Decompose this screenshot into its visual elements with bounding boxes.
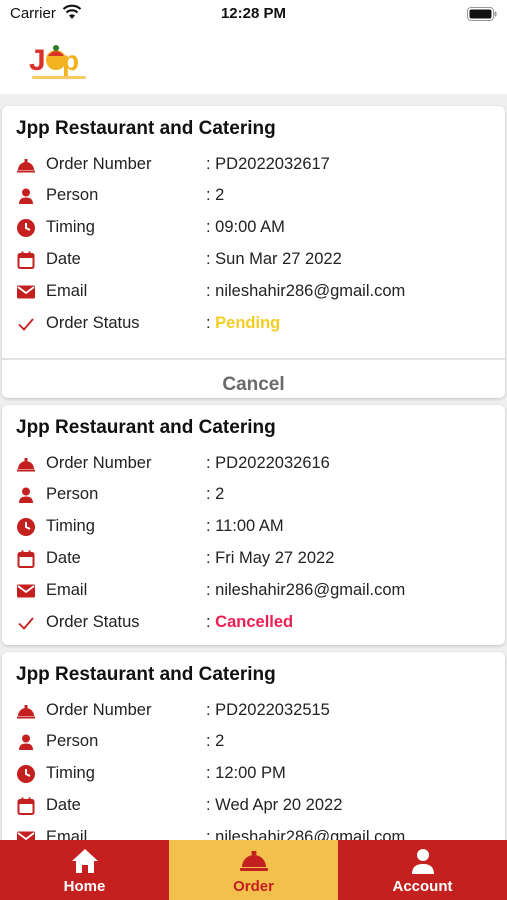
date-value: : Wed Apr 20 2022: [206, 796, 343, 814]
date-label: Date: [46, 250, 81, 268]
email-row: Email : nileshahir286@gmail.com: [2, 824, 505, 840]
order-number-label: Order Number: [46, 701, 152, 719]
tab-account-label: Account: [392, 878, 453, 895]
home-icon: [72, 849, 98, 873]
order-status-value: : Pending: [206, 314, 281, 332]
tab-order[interactable]: Order: [169, 840, 338, 900]
email-value: : nileshahir286@gmail.com: [206, 828, 406, 840]
order-card: Jpp Restaurant and Catering Order Number…: [2, 652, 505, 840]
order-status-label: Order Status: [46, 613, 140, 631]
mail-icon: [17, 584, 35, 598]
checkmark-icon: [18, 617, 34, 630]
mail-icon: [17, 285, 35, 299]
person-value: : 2: [206, 186, 225, 204]
bottom-tab-bar: Home Order Account: [0, 840, 507, 900]
timing-row: Timing : 12:00 PM: [2, 760, 505, 788]
jpp-logo: J p: [29, 44, 86, 79]
email-row: Email : nileshahir286@gmail.com: [2, 278, 505, 306]
person-icon: [19, 487, 33, 503]
checkmark-icon: [18, 318, 34, 331]
person-row: Person : 2: [2, 481, 505, 509]
person-icon: [19, 188, 33, 204]
date-label: Date: [46, 796, 81, 814]
email-value: : nileshahir286@gmail.com: [206, 581, 406, 599]
tab-home[interactable]: Home: [0, 840, 169, 900]
account-icon: [412, 849, 434, 874]
service-bell-icon: [240, 851, 268, 871]
timing-value: : 12:00 PM: [206, 764, 286, 782]
person-icon: [19, 734, 33, 750]
email-label: Email: [46, 828, 88, 840]
order-number-label: Order Number: [46, 155, 152, 173]
order-number-value: : PD2022032616: [206, 454, 330, 472]
order-number-row: Order Number : PD2022032616: [2, 450, 505, 478]
timing-value: : 11:00 AM: [206, 517, 284, 535]
cancel-section: Cancel: [2, 358, 505, 410]
person-label: Person: [46, 485, 99, 503]
timing-row: Timing : 09:00 AM: [2, 214, 505, 242]
restaurant-name: Jpp Restaurant and Catering: [16, 664, 276, 685]
service-bell-icon: [17, 159, 35, 173]
person-label: Person: [46, 732, 99, 750]
calendar-icon: [17, 251, 35, 269]
clock-icon: [17, 219, 35, 237]
person-row: Person : 2: [2, 182, 505, 210]
timing-row: Timing : 11:00 AM: [2, 513, 505, 541]
tab-home-label: Home: [63, 878, 106, 895]
date-row: Date : Sun Mar 27 2022: [2, 246, 505, 274]
email-label: Email: [46, 282, 88, 300]
email-row: Email : nileshahir286@gmail.com: [2, 577, 505, 605]
timing-label: Timing: [46, 218, 95, 236]
timing-value: : 09:00 AM: [206, 218, 285, 236]
person-row: Person : 2: [2, 728, 505, 756]
calendar-icon: [17, 550, 35, 568]
order-status-row: Order Status : Pending: [2, 310, 505, 338]
date-row: Date : Fri May 27 2022: [2, 545, 505, 573]
email-value: : nileshahir286@gmail.com: [206, 282, 406, 300]
person-label: Person: [46, 186, 99, 204]
person-value: : 2: [206, 732, 225, 750]
timing-label: Timing: [46, 764, 95, 782]
service-bell-icon: [17, 705, 35, 719]
status-badge-pending: Pending: [215, 314, 281, 332]
tab-account[interactable]: Account: [338, 840, 507, 900]
calendar-icon: [17, 797, 35, 815]
order-status-label: Order Status: [46, 314, 140, 332]
order-status-value: : Cancelled: [206, 613, 294, 631]
status-badge-cancelled: Cancelled: [215, 613, 294, 631]
person-value: : 2: [206, 485, 225, 503]
restaurant-name: Jpp Restaurant and Catering: [16, 417, 276, 438]
date-label: Date: [46, 549, 81, 567]
date-value: : Fri May 27 2022: [206, 549, 335, 567]
status-bar: Carrier 12:28 PM: [0, 0, 507, 30]
order-card: Jpp Restaurant and Catering Order Number…: [2, 106, 505, 398]
restaurant-name: Jpp Restaurant and Catering: [16, 118, 276, 139]
svg-text:p: p: [62, 45, 79, 76]
tab-order-label: Order: [233, 878, 274, 895]
order-number-label: Order Number: [46, 454, 152, 472]
battery-icon: [467, 7, 497, 21]
order-number-value: : PD2022032617: [206, 155, 330, 173]
order-number-row: Order Number : PD2022032515: [2, 697, 505, 725]
svg-text:J: J: [29, 44, 46, 77]
service-bell-icon: [17, 458, 35, 472]
status-time: 12:28 PM: [220, 5, 287, 22]
date-value: : Sun Mar 27 2022: [206, 250, 342, 268]
order-number-value: : PD2022032515: [206, 701, 330, 719]
app-header: J p: [0, 30, 507, 94]
order-status-row: Order Status : Cancelled: [2, 609, 505, 637]
cancel-button[interactable]: Cancel: [2, 360, 505, 410]
orders-list[interactable]: Jpp Restaurant and Catering Order Number…: [0, 94, 507, 840]
clock-icon: [17, 765, 35, 783]
mail-icon: [17, 831, 35, 840]
date-row: Date : Wed Apr 20 2022: [2, 792, 505, 820]
clock-icon: [17, 518, 35, 536]
email-label: Email: [46, 581, 88, 599]
order-number-row: Order Number : PD2022032617: [2, 151, 505, 179]
timing-label: Timing: [46, 517, 95, 535]
order-card: Jpp Restaurant and Catering Order Number…: [2, 405, 505, 645]
